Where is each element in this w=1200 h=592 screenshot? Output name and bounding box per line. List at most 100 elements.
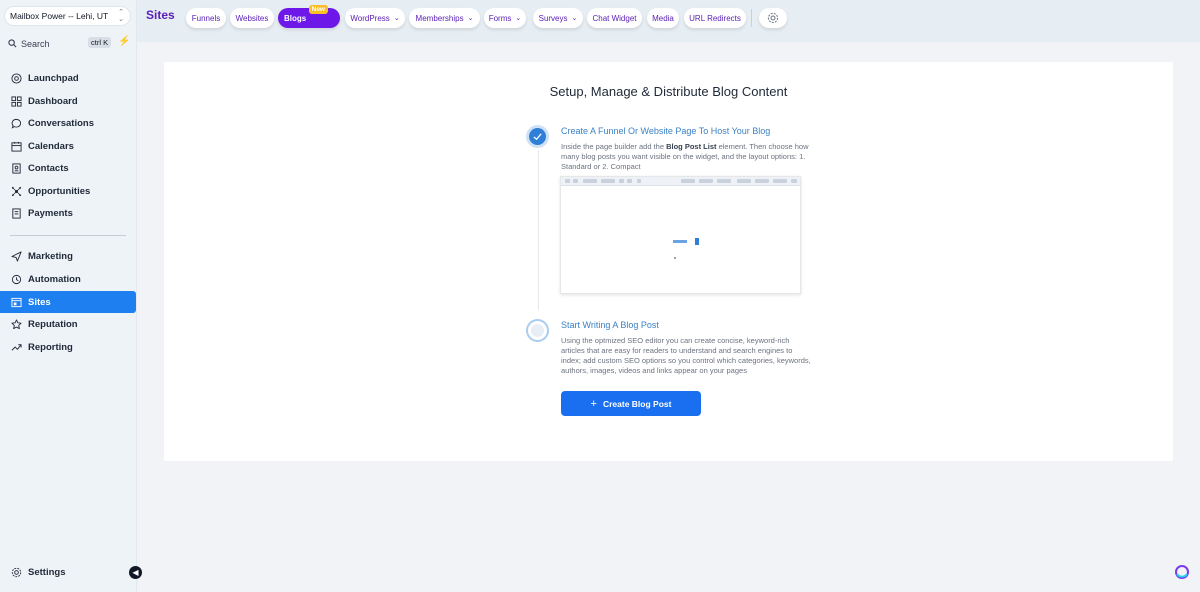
step1-description: Inside the page builder add the Blog Pos…	[561, 142, 813, 172]
tab-websites[interactable]: Websites	[230, 8, 274, 28]
sidebar-item-opportunities[interactable]: Opportunities	[0, 180, 137, 202]
blog-post-list-preview	[560, 176, 801, 294]
chevron-down-icon: ⌄	[571, 15, 578, 22]
account-switcher[interactable]: Mailbox Power -- Lehi, UT ⌃ ⌄	[4, 6, 131, 26]
step2-description: Using the optmized SEO editor you can cr…	[561, 336, 811, 375]
sidebar-item-marketing[interactable]: Marketing	[0, 245, 137, 267]
tab-label: Blogs	[284, 13, 307, 23]
topbar: Sites Funnels Websites Blogs New WordPre…	[137, 0, 1200, 42]
contacts-icon	[10, 162, 22, 174]
tab-label: Websites	[235, 13, 269, 23]
plus-icon: +	[590, 397, 597, 410]
tab-memberships[interactable]: Memberships ⌄	[409, 8, 480, 28]
sidebar-item-automation[interactable]: Automation	[0, 268, 137, 290]
chevron-down-icon: ⌄	[515, 15, 522, 22]
sidebar-item-label: Launchpad	[28, 72, 79, 84]
sidebar-item-label: Opportunities	[28, 185, 91, 197]
search-shortcut: ctrl K	[88, 37, 112, 48]
sidebar-item-label: Reputation	[28, 318, 78, 330]
sidebar-item-settings[interactable]: Settings	[0, 561, 137, 583]
sidebar-item-label: Dashboard	[28, 95, 78, 107]
preview-element	[673, 240, 687, 243]
step1-desc-part: Inside the page builder add the	[561, 142, 667, 151]
star-icon	[10, 318, 22, 330]
gear-icon	[767, 12, 779, 24]
step-connector	[538, 150, 539, 310]
sidebar-item-label: Sites	[28, 296, 51, 308]
tab-label: Forms	[488, 13, 512, 23]
tab-label: Chat Widget	[592, 13, 637, 23]
automation-icon	[10, 273, 22, 285]
step1-desc-bold: Blog Post List	[666, 142, 717, 151]
trend-icon	[10, 341, 22, 353]
step1-complete-indicator	[526, 125, 549, 148]
page-title: Sites	[146, 8, 175, 22]
tab-label: URL Redirects	[689, 13, 741, 23]
sidebar-item-label: Payments	[28, 207, 73, 219]
sidebar-item-label: Marketing	[28, 250, 73, 262]
card-heading: Setup, Manage & Distribute Blog Content	[549, 84, 788, 99]
send-icon	[10, 250, 22, 262]
tab-url-redirects[interactable]: URL Redirects	[684, 8, 746, 28]
tab-chat-widget[interactable]: Chat Widget	[587, 8, 642, 28]
step2-title: Start Writing A Blog Post	[561, 320, 659, 330]
chevron-down-icon: ⌄	[393, 15, 400, 22]
create-blog-post-button[interactable]: + Create Blog Post	[561, 391, 701, 416]
step1-title: Create A Funnel Or Website Page To Host …	[561, 126, 771, 136]
sidebar: Mailbox Power -- Lehi, UT ⌃ ⌄ Search ctrl…	[0, 0, 142, 592]
sidebar-item-calendars[interactable]: Calendars	[0, 135, 137, 157]
check-icon	[533, 133, 542, 141]
help-widget-icon[interactable]	[1174, 564, 1190, 580]
pending-dot	[531, 324, 544, 337]
chevron-up-down-icon: ⌃ ⌄	[118, 9, 124, 23]
sidebar-item-sites[interactable]: Sites	[0, 291, 136, 313]
search-placeholder: Search	[21, 38, 50, 49]
lightning-icon[interactable]: ⚡	[118, 36, 130, 47]
step2-pending-indicator	[526, 319, 549, 342]
chevron-down-icon: ⌄	[467, 15, 474, 22]
sidebar-item-payments[interactable]: Payments	[0, 202, 137, 224]
sidebar-item-contacts[interactable]: Contacts	[0, 157, 137, 179]
tab-label: Media	[652, 13, 674, 23]
sidebar-item-label: Calendars	[28, 140, 74, 152]
tab-funnels[interactable]: Funnels	[186, 8, 226, 28]
calendar-icon	[10, 140, 22, 152]
sidebar-item-label: Settings	[28, 566, 66, 578]
new-badge: New	[308, 5, 328, 14]
tab-surveys[interactable]: Surveys ⌄	[533, 8, 583, 28]
sidebar-item-launchpad[interactable]: Launchpad	[0, 67, 137, 89]
topbar-divider	[751, 9, 752, 27]
create-blog-post-label: Create Blog Post	[602, 398, 672, 409]
tab-media[interactable]: Media	[647, 8, 679, 28]
search-icon	[8, 39, 17, 48]
preview-dot	[674, 257, 676, 259]
sidebar-item-dashboard[interactable]: Dashboard	[0, 90, 137, 112]
tab-label: WordPress	[350, 13, 390, 23]
tab-label: Funnels	[191, 13, 221, 23]
tab-wordpress[interactable]: WordPress ⌄	[345, 8, 405, 28]
gear-icon	[10, 566, 22, 578]
opportunities-icon	[10, 185, 22, 197]
sidebar-item-label: Automation	[28, 273, 81, 285]
sidebar-divider	[10, 235, 126, 236]
account-name: Mailbox Power -- Lehi, UT	[10, 11, 109, 21]
tab-forms[interactable]: Forms ⌄	[484, 8, 526, 28]
chat-icon	[10, 117, 22, 129]
dashboard-icon	[10, 95, 22, 107]
sidebar-item-label: Conversations	[28, 117, 94, 129]
search-bar[interactable]: Search ctrl K ⚡	[4, 36, 131, 51]
sidebar-item-label: Reporting	[28, 341, 73, 353]
preview-toolbar	[561, 177, 800, 186]
tab-blogs[interactable]: Blogs New	[278, 5, 340, 28]
sidebar-item-conversations[interactable]: Conversations	[0, 112, 137, 134]
tab-label: Memberships	[415, 13, 464, 23]
collapse-sidebar-icon[interactable]: ◀	[129, 566, 142, 579]
launchpad-icon	[10, 72, 22, 84]
blog-setup-card: Setup, Manage & Distribute Blog Content …	[164, 62, 1173, 461]
sidebar-item-label: Contacts	[28, 162, 69, 174]
sidebar-item-reporting[interactable]: Reporting	[0, 336, 137, 358]
preview-element-handle	[695, 238, 699, 245]
sidebar-item-reputation[interactable]: Reputation	[0, 313, 137, 335]
settings-button[interactable]	[759, 8, 787, 28]
tab-label: Surveys	[538, 13, 568, 23]
